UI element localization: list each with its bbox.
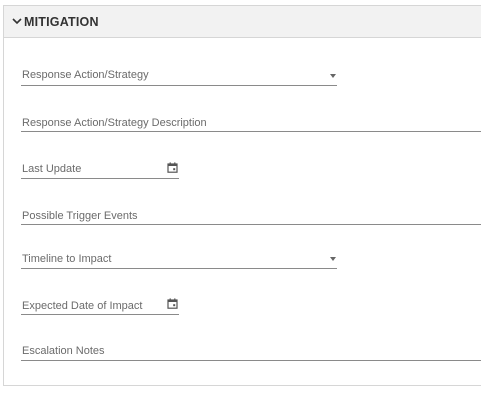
field-underline <box>21 360 481 361</box>
field-underline <box>21 314 179 315</box>
response-action-select[interactable]: Response Action/Strategy <box>21 62 337 86</box>
last-update-date-field[interactable]: Last Update <box>21 155 179 179</box>
dropdown-arrow-icon[interactable] <box>330 257 336 261</box>
trigger-events-label: Possible Trigger Events <box>22 210 138 222</box>
chevron-down-icon[interactable] <box>12 17 22 25</box>
calendar-icon[interactable] <box>167 162 178 173</box>
response-description-label: Response Action/Strategy Description <box>22 117 207 129</box>
field-underline <box>21 178 179 179</box>
trigger-events-input[interactable]: Possible Trigger Events <box>21 201 481 225</box>
calendar-icon[interactable] <box>167 298 178 309</box>
field-underline <box>21 224 481 225</box>
section-title: MITIGATION <box>24 15 99 29</box>
expected-date-field[interactable]: Expected Date of Impact <box>21 291 179 315</box>
section-header[interactable]: MITIGATION <box>4 6 481 38</box>
timeline-to-impact-label: Timeline to Impact <box>22 253 112 265</box>
expected-date-label: Expected Date of Impact <box>22 300 143 312</box>
escalation-notes-label: Escalation Notes <box>22 345 105 357</box>
response-description-input[interactable]: Response Action/Strategy Description <box>21 108 481 132</box>
field-underline <box>21 85 337 86</box>
escalation-notes-input[interactable]: Escalation Notes <box>21 337 481 361</box>
response-action-label: Response Action/Strategy <box>22 69 149 81</box>
dropdown-arrow-icon[interactable] <box>330 74 336 78</box>
field-underline <box>21 268 337 269</box>
last-update-label: Last Update <box>22 163 82 175</box>
field-underline <box>21 131 481 132</box>
timeline-to-impact-select[interactable]: Timeline to Impact <box>21 245 337 269</box>
